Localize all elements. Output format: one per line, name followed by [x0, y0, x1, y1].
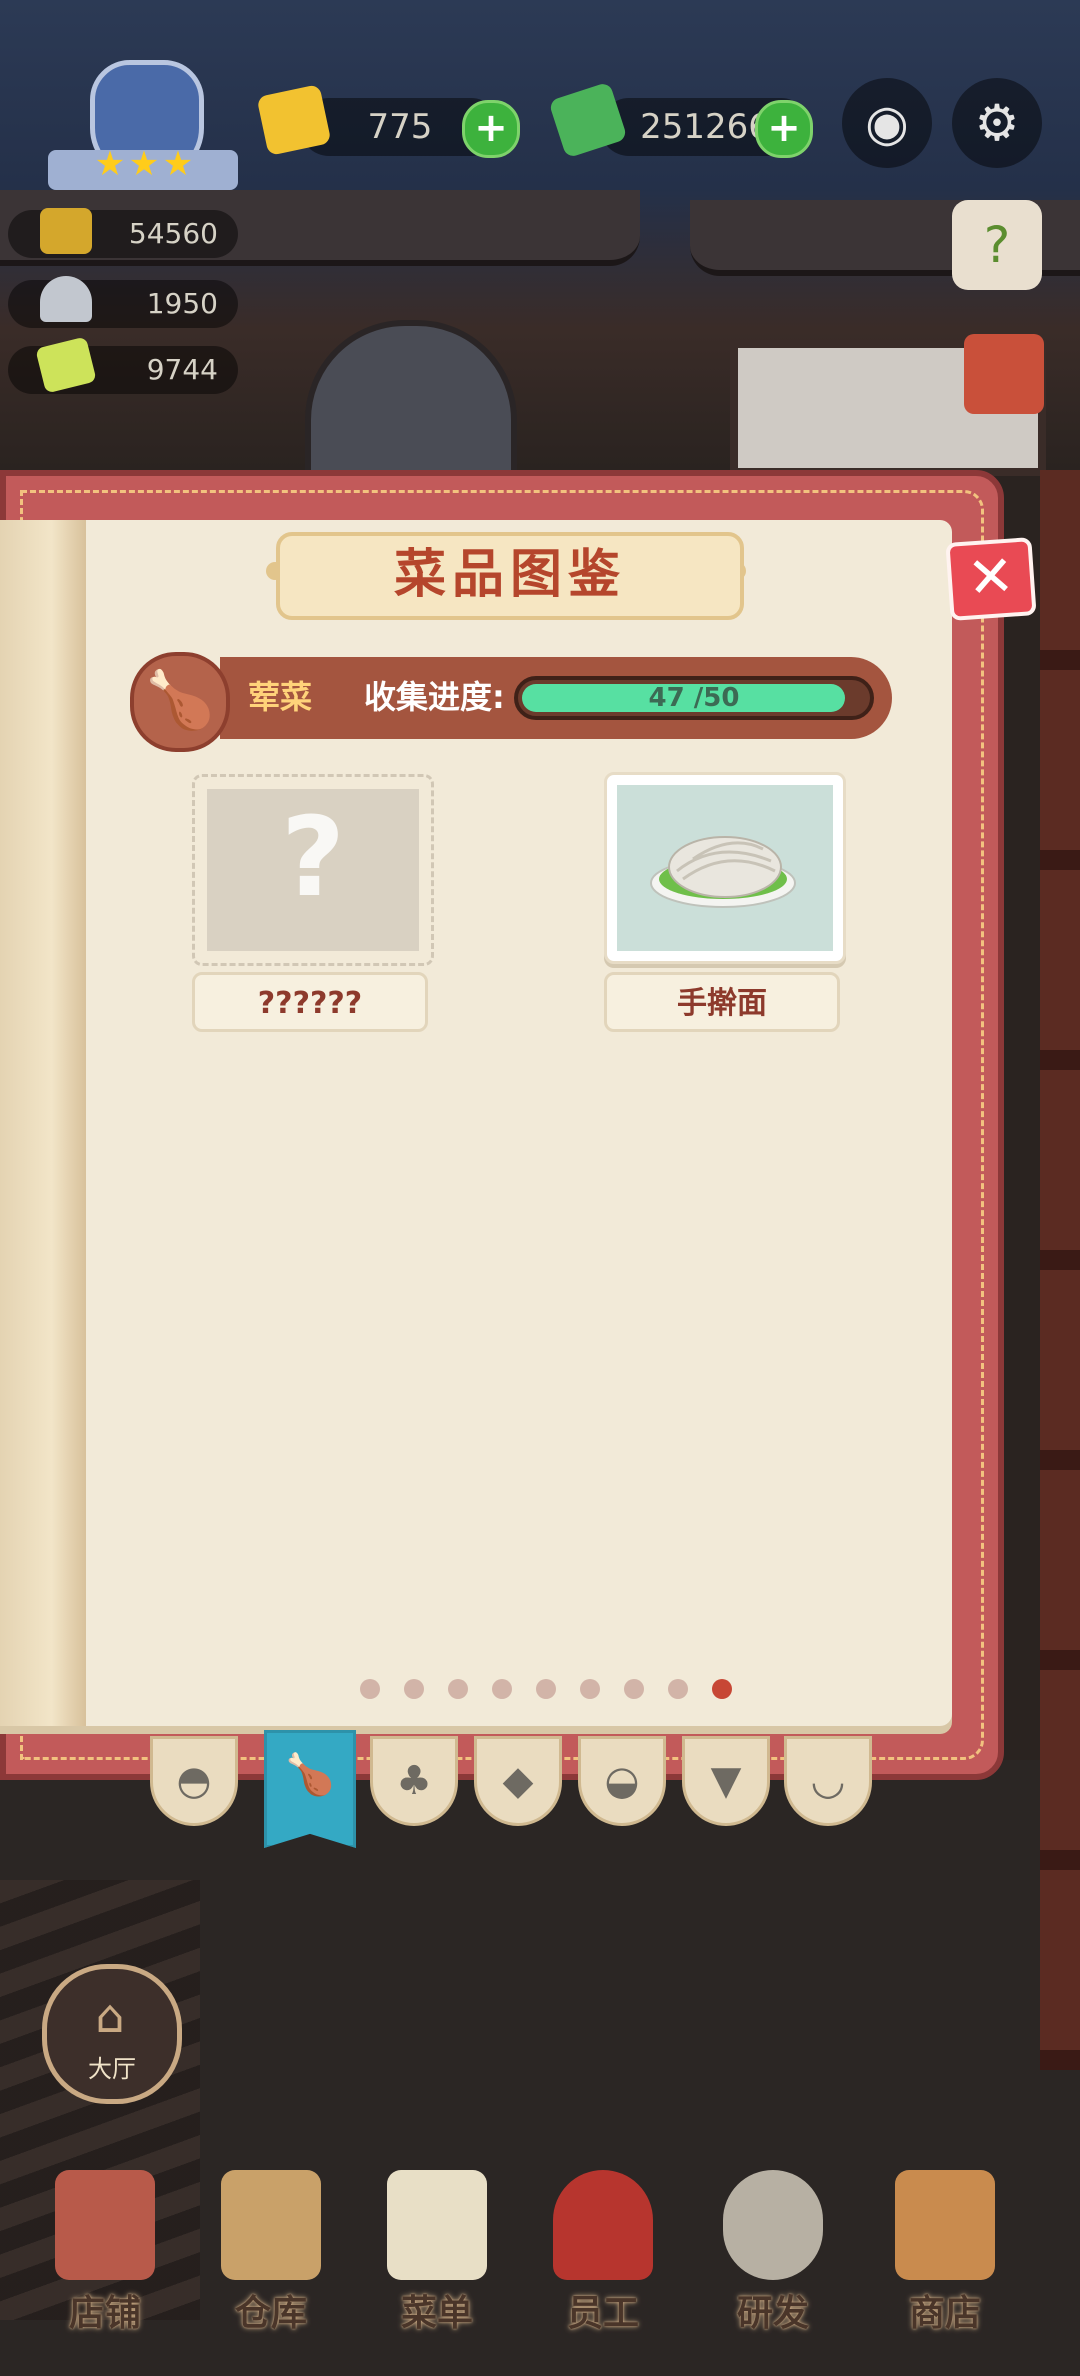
wok-icon: ◓ [176, 1758, 212, 1804]
book-title: 菜品图鉴 [276, 532, 744, 620]
progress-text: 47 /50 [648, 683, 740, 713]
warehouse-icon [221, 2170, 321, 2280]
research-icon [723, 2170, 823, 2280]
star-icon: ★ [162, 144, 194, 184]
nav-label: 仓库 [234, 2293, 307, 2334]
nav-store[interactable]: 商店 [870, 2160, 1020, 2340]
gems-value: 775 [367, 107, 433, 147]
dish-name-label: 手擀面 [604, 972, 840, 1032]
shop-icon [55, 2170, 155, 2280]
gear-icon: ⚙ [974, 94, 1020, 152]
hall-label: 大厅 [88, 2055, 136, 2083]
noodle-dish-image [650, 836, 796, 908]
drumstick-icon: 🍗 [130, 652, 230, 752]
broccoli-icon: ♣ [396, 1758, 432, 1804]
dish-card-locked[interactable]: ? [192, 774, 434, 966]
page-dot[interactable] [580, 1679, 600, 1699]
hall-button[interactable]: ⌂ 大厅 [42, 1964, 182, 2104]
nav-warehouse[interactable]: 仓库 [196, 2160, 346, 2340]
camera-button[interactable]: ◉ [842, 78, 932, 168]
tab-bread[interactable]: ◒ [578, 1736, 666, 1826]
nav-menu[interactable]: 菜单 [362, 2160, 512, 2340]
book-spine [0, 520, 86, 1726]
page-dot[interactable] [360, 1679, 380, 1699]
page-dot-active[interactable] [712, 1679, 732, 1699]
nav-label: 商店 [908, 2293, 981, 2334]
gold-stat-value: 54560 [128, 217, 218, 250]
page-dot[interactable] [404, 1679, 424, 1699]
progress-label: 收集进度: [364, 678, 505, 716]
star-icon: ★ [94, 144, 126, 184]
close-icon: ✕ [965, 543, 1017, 612]
drumstick-icon: 🍗 [285, 1752, 335, 1798]
add-cash-button[interactable]: + [755, 100, 813, 158]
page-dot[interactable] [536, 1679, 556, 1699]
tab-drink[interactable]: ▼ [682, 1736, 770, 1826]
help-book-icon: ? [983, 216, 1011, 274]
page-dot[interactable] [492, 1679, 512, 1699]
guide-book-button[interactable]: ? [952, 200, 1042, 290]
cloche-icon [40, 276, 92, 322]
page-dot[interactable] [624, 1679, 644, 1699]
tab-meat[interactable]: 🍗 [264, 1730, 356, 1848]
pillar [1040, 470, 1080, 2070]
gold-ingot-icon [40, 208, 92, 254]
add-gems-button[interactable]: + [462, 100, 520, 158]
level-badge[interactable]: ★ ★ ★ [48, 60, 238, 190]
bread-icon: ◒ [604, 1758, 640, 1804]
star-icon: ★ [128, 144, 160, 184]
menu-icon [387, 2170, 487, 2280]
fish-icon: ◆ [502, 1758, 534, 1804]
question-mark-icon: ? [281, 793, 345, 921]
wine-glass-icon: ▼ [710, 1758, 742, 1804]
recipe-book-button[interactable] [964, 334, 1044, 414]
cash-value: 251266 [640, 107, 770, 147]
store-icon [895, 2170, 995, 2280]
dish-stat-value: 1950 [146, 287, 218, 320]
nav-label: 研发 [736, 2293, 809, 2334]
collection-progress-bar: 47 /50 [514, 676, 874, 720]
house-icon: ⌂ [95, 1989, 125, 2043]
nav-staff[interactable]: 员工 [528, 2160, 678, 2340]
nav-label: 菜单 [400, 2293, 473, 2334]
nav-shop[interactable]: 店铺 [30, 2160, 180, 2340]
ticket-stat-value: 9744 [146, 353, 218, 386]
tab-soup[interactable]: ◡ [784, 1736, 872, 1826]
category-name: 荤菜 [248, 678, 313, 716]
close-button[interactable]: ✕ [945, 537, 1037, 621]
dish-card[interactable] [604, 772, 846, 964]
dish-name-label: ?????? [192, 972, 428, 1032]
nav-label: 员工 [566, 2293, 639, 2334]
settings-button[interactable]: ⚙ [952, 78, 1042, 168]
soup-icon: ◡ [810, 1758, 846, 1804]
nav-label: 店铺 [68, 2293, 141, 2334]
page-dot[interactable] [668, 1679, 688, 1699]
tab-wok[interactable]: ◓ [150, 1736, 238, 1826]
nav-research[interactable]: 研发 [698, 2160, 848, 2340]
camera-icon: ◉ [865, 94, 909, 152]
tab-vegetable[interactable]: ♣ [370, 1736, 458, 1826]
page-dot[interactable] [448, 1679, 468, 1699]
tab-fish[interactable]: ◆ [474, 1736, 562, 1826]
staff-icon [553, 2170, 653, 2280]
